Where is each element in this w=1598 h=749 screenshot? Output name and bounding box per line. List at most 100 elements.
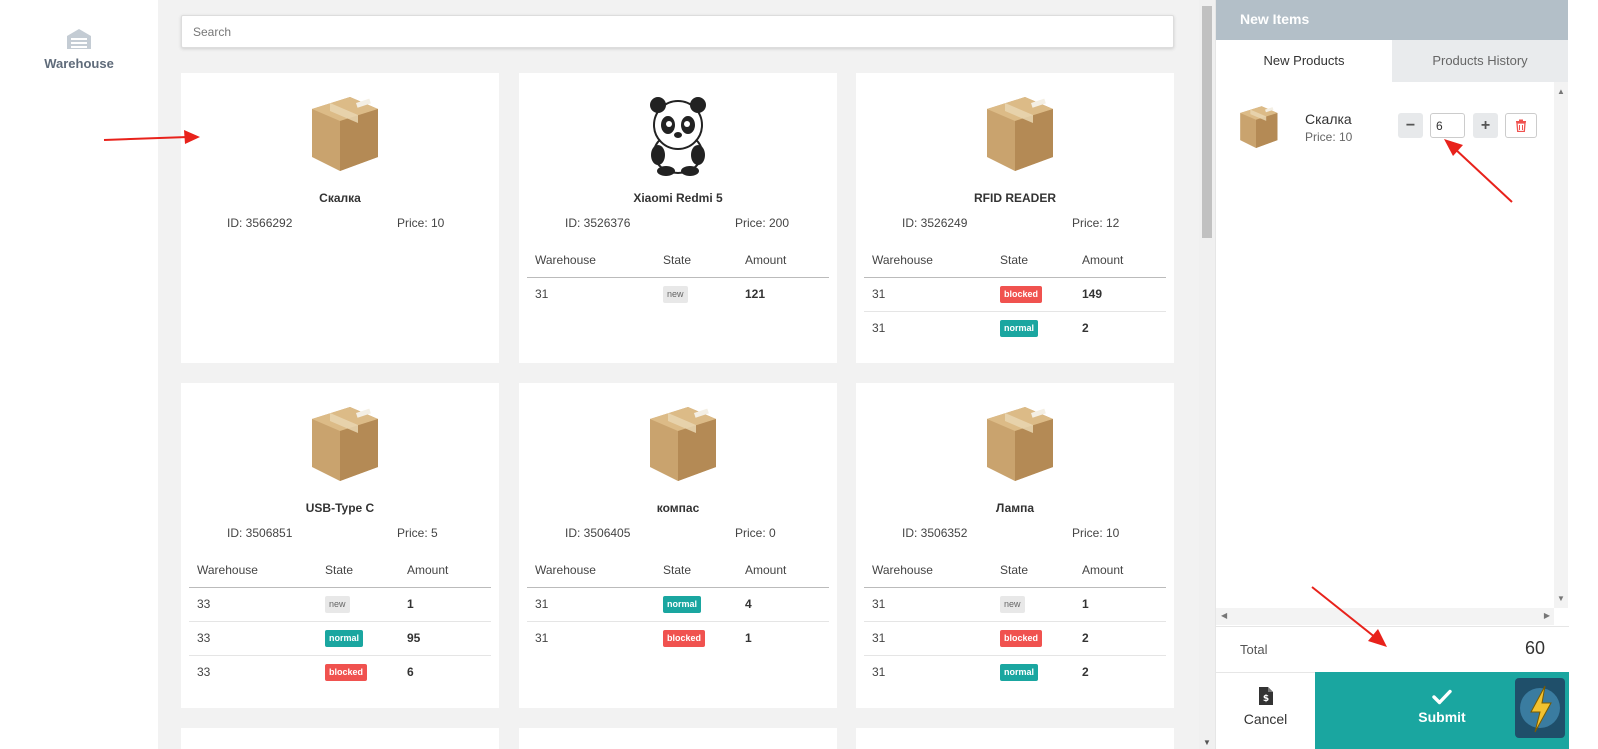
scrollbar-thumb[interactable] <box>1202 6 1212 238</box>
amount-cell: 121 <box>745 287 766 302</box>
scroll-down-arrow-icon[interactable]: ▼ <box>1557 594 1565 603</box>
status-badge: normal <box>1000 319 1039 337</box>
total-row: Total 60 <box>1216 626 1569 672</box>
table-row: 31 blocked 2 <box>864 621 1166 656</box>
trash-icon <box>1516 119 1526 132</box>
product-id: ID: 3566292 <box>227 216 293 230</box>
panda-icon <box>650 97 706 176</box>
product-price: Price: 10 <box>1072 526 1120 540</box>
scroll-right-arrow-icon[interactable]: ▶ <box>1544 611 1550 620</box>
product-name: компас <box>656 501 700 515</box>
submit-button[interactable]: Submit <box>1315 672 1569 749</box>
cart-item-name: Скалка <box>1305 111 1352 127</box>
column-header-state: State <box>317 554 399 588</box>
table-row: 31 new 121 <box>527 277 829 311</box>
panel-scrollbar[interactable]: ▲ ▼ <box>1554 82 1568 608</box>
warehouse-icon <box>67 29 91 49</box>
invoice-icon: $ <box>1258 687 1273 705</box>
cancel-label: Cancel <box>1243 711 1288 727</box>
table-row: 31 new 1 <box>864 587 1166 622</box>
product-name: RFID READER <box>973 191 1056 205</box>
product-card[interactable] <box>856 728 1174 749</box>
total-value: 60 <box>1524 638 1545 658</box>
amount-cell: 6 <box>407 665 414 680</box>
column-header-warehouse: Warehouse <box>527 554 655 588</box>
stock-table: Warehouse State Amount 31 new 121 <box>527 244 829 311</box>
nav-item-warehouse[interactable]: Warehouse <box>0 28 158 71</box>
product-meta: ID: 3506405 Price: 0 <box>519 526 837 542</box>
product-price: Price: 0 <box>735 526 776 540</box>
stock-table: Warehouse State Amount 31 new 1 31 blocked 2 31 no… <box>864 554 1166 689</box>
product-meta: ID: 3506352 Price: 10 <box>856 526 1174 542</box>
stock-table: Warehouse State Amount 31 blocked 149 31 normal… <box>864 244 1166 345</box>
table-row: 31 blocked 1 <box>527 621 829 655</box>
amount-cell: 1 <box>1074 587 1166 622</box>
table-row: 31 normal 2 <box>864 311 1166 345</box>
scroll-down-arrow-icon[interactable]: ▼ <box>1203 738 1211 747</box>
amount-cell: 2 <box>1082 321 1089 336</box>
product-name: Скалка <box>319 191 361 205</box>
panel-horizontal-scrollbar[interactable]: ◀ ▶ <box>1216 608 1554 625</box>
amount-cell: 95 <box>399 621 491 656</box>
product-card[interactable]: RFID READER ID: 3526249 Price: 12 Warehouse… <box>856 73 1174 363</box>
product-card[interactable]: USB-Type C ID: 3506851 Price: 5 Warehouse St… <box>181 383 499 708</box>
increase-quantity-button[interactable]: + <box>1473 113 1498 138</box>
quantity-input[interactable] <box>1430 113 1465 138</box>
box-icon <box>1240 106 1278 149</box>
state-cell: normal <box>655 587 737 622</box>
panel-title: New Items <box>1216 0 1568 40</box>
scroll-up-arrow-icon[interactable]: ▲ <box>1557 87 1565 96</box>
product-name: USB-Type C <box>305 501 375 515</box>
delete-item-button[interactable] <box>1505 113 1537 138</box>
state-cell: normal <box>317 621 399 656</box>
search-input[interactable] <box>181 15 1174 48</box>
left-nav: Warehouse <box>0 0 158 749</box>
scroll-left-arrow-icon[interactable]: ◀ <box>1221 611 1227 620</box>
state-cell: normal <box>992 311 1074 345</box>
product-card[interactable]: Лампа ID: 3506352 Price: 10 Warehouse State A… <box>856 383 1174 708</box>
main-scrollbar[interactable]: ▼ <box>1199 0 1215 749</box>
status-badge: normal <box>325 629 364 647</box>
table-row: 31 normal 2 <box>864 655 1166 689</box>
box-icon <box>987 97 1053 171</box>
tab-products-history[interactable]: Products History <box>1392 40 1568 82</box>
product-meta: ID: 3526249 Price: 12 <box>856 216 1174 232</box>
warehouse-cell: 31 <box>864 587 992 622</box>
product-card[interactable] <box>181 728 499 749</box>
column-header-warehouse: Warehouse <box>864 244 992 278</box>
product-name: Xiaomi Redmi 5 <box>633 191 723 205</box>
product-card[interactable]: компас ID: 3506405 Price: 0 Warehouse State A… <box>519 383 837 708</box>
product-card[interactable]: Xiaomi Redmi 5 ID: 3526376 Price: 200 Wareh… <box>519 73 837 363</box>
column-header-amount: Amount <box>1074 554 1166 588</box>
warehouse-cell: 31 <box>535 287 549 302</box>
lightning-logo-icon <box>1515 678 1565 738</box>
tab-new-products[interactable]: New Products <box>1216 40 1392 82</box>
box-icon <box>312 407 378 481</box>
product-price: Price: 5 <box>397 526 438 540</box>
amount-cell: 1 <box>745 631 752 646</box>
product-card[interactable] <box>519 728 837 749</box>
column-header-state: State <box>655 244 737 278</box>
stock-table: Warehouse State Amount 31 normal 4 31 blocked 1 <box>527 554 829 655</box>
box-icon <box>987 407 1053 481</box>
box-icon <box>650 407 716 481</box>
column-header-amount: Amount <box>1074 244 1166 278</box>
state-cell: new <box>655 277 737 311</box>
column-header-amount: Amount <box>737 244 829 278</box>
stock-table: Warehouse State Amount 33 new 1 33 normal 95 33 bl… <box>189 554 491 689</box>
column-header-amount: Amount <box>399 554 491 588</box>
status-badge: new <box>325 595 350 613</box>
column-header-warehouse: Warehouse <box>189 554 317 588</box>
submit-label: Submit <box>1418 709 1466 725</box>
total-label: Total <box>1240 642 1268 657</box>
column-header-warehouse: Warehouse <box>527 244 655 278</box>
product-grid-area: Скалка ID: 3566292 Price: 10 Xiaomi Redmi 5… <box>158 0 1199 749</box>
cancel-button[interactable]: $ Cancel <box>1216 672 1315 749</box>
product-card[interactable]: Скалка ID: 3566292 Price: 10 <box>181 73 499 363</box>
status-badge: blocked <box>663 629 706 647</box>
column-header-state: State <box>655 554 737 588</box>
decrease-quantity-button[interactable]: − <box>1398 113 1423 138</box>
table-row: 33 normal 95 <box>189 621 491 656</box>
warehouse-cell: 33 <box>189 621 317 656</box>
state-cell: blocked <box>317 655 399 689</box>
